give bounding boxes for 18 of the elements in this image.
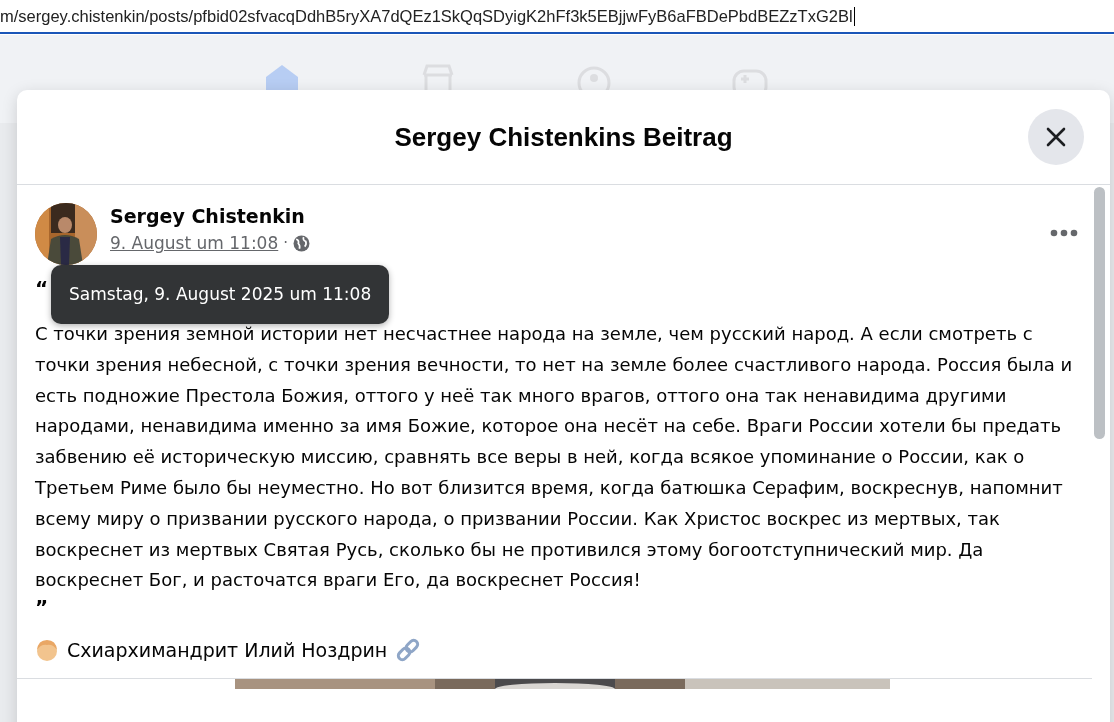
date-tooltip: Samstag, 9. August 2025 um 11:08	[51, 265, 390, 324]
close-icon	[1045, 126, 1067, 148]
post-date-link[interactable]: 9. August um 11:08	[110, 233, 279, 253]
quote-mark: ”	[35, 598, 49, 617]
person-icon	[35, 638, 59, 663]
post-text: С точки зрения земной истории нет несчастнее народа на земле, чем русский народ. А если смотреть с точки зрения небесной, с точки зрения вечности, то нет на земле более счастливого народа. Россия была и есть подножие Престола Божия, оттого у неё так много врагов, оттого она так ненавидима другими народами, ненавидима именно за имя Божие, которое она несёт на себе. Враги России хотели бы предать забвению её историческую миссию, сравнять все веры в ней, когда всякое упоминание о России, как о Третьем Риме было бы неуместно. Но вот близится время, когда батюшка Серафим, воскреснув, напомнит всему миру о призвании русского народа, о призвании России. Как Христос воскрес из мертвых, так воскреснет из мертвых Святая Русь, сколько бы не противился этому богоотступнический мир. Да воскреснет Бог, и расточатся враги Его, да воскреснет Россия!	[35, 322, 1074, 593]
text-cursor	[853, 6, 855, 26]
link-icon	[395, 638, 422, 663]
close-button[interactable]	[1028, 109, 1084, 165]
dialog-title: Sergey Chistenkins Beitrag	[394, 121, 733, 153]
scrollbar-thumb[interactable]	[1094, 187, 1105, 439]
url-text: m/sergey.chistenkin/posts/pfbid02sfvacqDdhB5ryXA7dQEz1SkQqSDyigK2hFf3k5EBjjwFyB6aFBDePbdBEZzTxG2Bl	[0, 6, 853, 26]
attribution-text: Схиархимандрит Илий Ноздрин	[67, 639, 388, 662]
author-name[interactable]: Sergey Chistenkin	[110, 205, 305, 227]
globe-icon	[293, 234, 311, 252]
separator-dot: ·	[283, 234, 289, 252]
address-bar[interactable]: m/sergey.chistenkin/posts/pfbid02sfvacqDdhB5ryXA7dQEz1SkQqSDyigK2hFf3k5EBjjwFyB6aFBDePbdBEZzTxG2Bl	[0, 0, 1114, 34]
quote-mark: “	[35, 279, 49, 297]
